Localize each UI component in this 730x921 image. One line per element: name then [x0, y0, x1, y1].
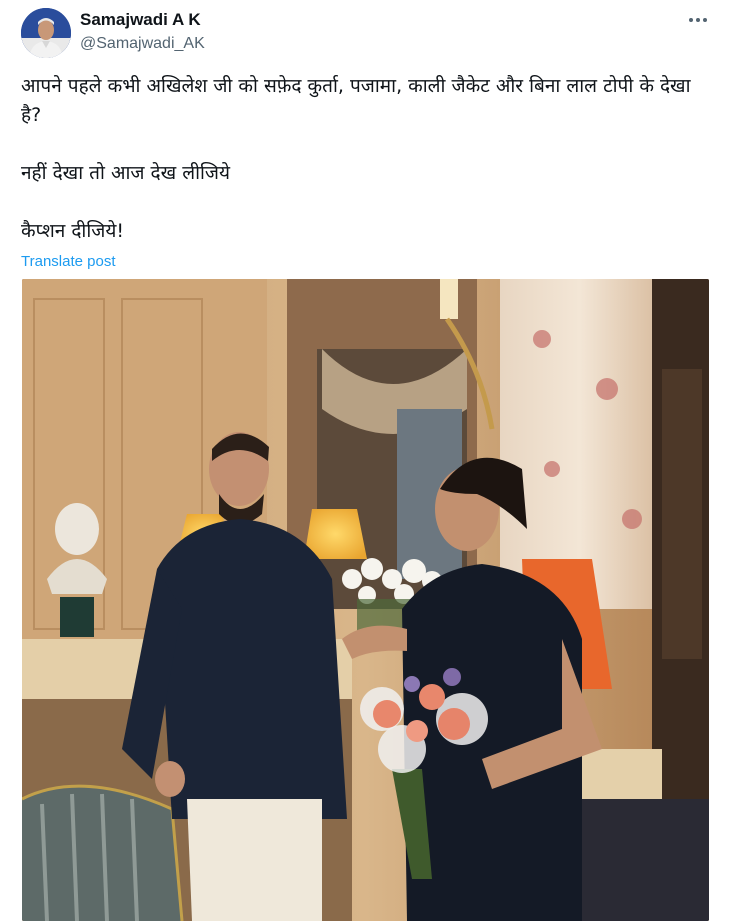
more-horizontal-icon-dot: [696, 18, 700, 22]
photo-two-men-with-bouquet: [22, 279, 709, 921]
more-horizontal-icon-dot: [703, 18, 707, 22]
more-options-button[interactable]: [682, 8, 714, 32]
author-avatar[interactable]: [21, 8, 71, 58]
author-display-name[interactable]: Samajwadi A K: [80, 10, 201, 30]
tweet-post: Samajwadi A K @Samajwadi_AK आपने पहले कभ…: [0, 0, 730, 921]
post-line: आपने पहले कभी अखिलेश जी को सफ़ेद कुर्ता,…: [21, 75, 691, 126]
post-text: आपने पहले कभी अखिलेश जी को सफ़ेद कुर्ता,…: [21, 72, 711, 246]
translate-post-link[interactable]: Translate post: [21, 253, 116, 270]
author-handle[interactable]: @Samajwadi_AK: [80, 35, 205, 53]
profile-photo-icon: [21, 8, 71, 58]
more-horizontal-icon: [689, 18, 693, 22]
post-line: कैप्शन दीजिये!: [21, 220, 124, 242]
post-line: नहीं देखा तो आज देख लीजिये: [21, 162, 231, 184]
post-photo[interactable]: [22, 279, 709, 921]
